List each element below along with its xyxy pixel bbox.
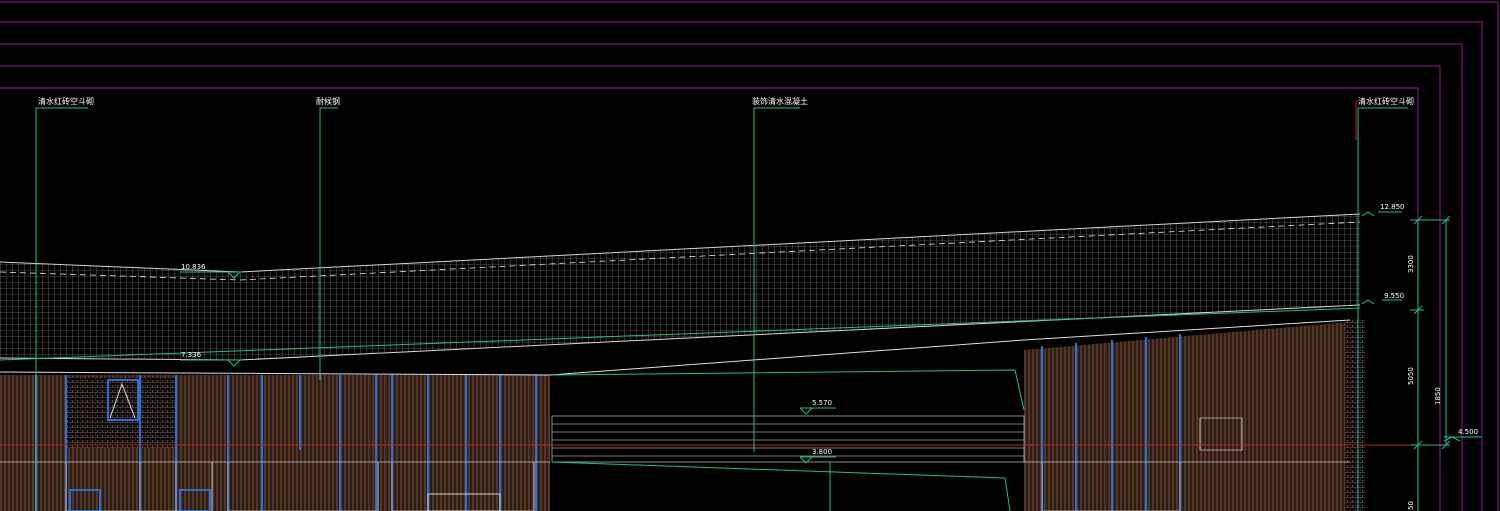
dimension-labels: 3300 5050 1850 50 <box>1407 255 1442 510</box>
dimension-label: 3300 <box>1407 255 1415 273</box>
callouts: 清水红砖空斗砌 耐候钢 装饰清水混凝土 清水红砖空斗砌 <box>38 96 1414 106</box>
dimension-label: 50 <box>1407 501 1415 510</box>
canopy-band <box>551 415 1025 463</box>
elevation-label: 3.800 <box>812 448 832 456</box>
callout-label: 装饰清水混凝土 <box>752 96 808 106</box>
dimension-label: 5050 <box>1407 367 1415 385</box>
dimension-chain <box>1410 215 1451 511</box>
callout-label: 清水红砖空斗砌 <box>38 96 94 106</box>
hatched-panel <box>66 378 176 448</box>
cad-elevation-drawing: 清水红砖空斗砌 耐候钢 装饰清水混凝土 清水红砖空斗砌 12.850 10.83… <box>0 1 1499 511</box>
brick-pier <box>1345 320 1365 511</box>
elevation-label: 7.336 <box>181 351 202 359</box>
callout-label: 耐候钢 <box>316 96 340 106</box>
elevation-label: 9.550 <box>1384 292 1404 300</box>
callout-label: 清水红砖空斗砌 <box>1358 96 1414 106</box>
elevation-label: 10.836 <box>181 263 206 271</box>
elevation-label: 4.500 <box>1458 428 1478 436</box>
elevation-label: 12.850 <box>1380 203 1405 211</box>
dimension-label: 1850 <box>1434 387 1442 405</box>
elevation-label: 5.570 <box>812 399 832 407</box>
